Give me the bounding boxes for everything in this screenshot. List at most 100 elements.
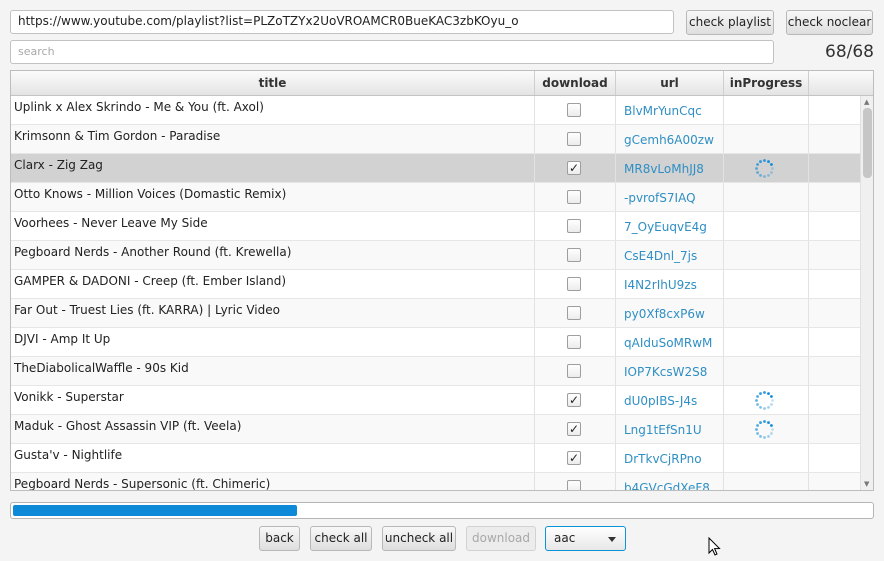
loading-spinner-icon — [755, 391, 774, 410]
check-playlist-button[interactable]: check playlist — [686, 10, 774, 35]
row-inprogress-cell — [724, 183, 809, 211]
row-title: Far Out - Truest Lies (ft. KARRA) | Lyri… — [11, 299, 535, 327]
table-header: title download url inProgress — [11, 71, 873, 96]
download-checkbox[interactable] — [567, 132, 581, 146]
column-header-inprogress[interactable]: inProgress — [724, 71, 809, 95]
row-download-cell — [535, 125, 616, 153]
check-noclear-button[interactable]: check noclear — [786, 10, 873, 35]
table-row[interactable]: GAMPER & DADONI - Creep (ft. Ember Islan… — [11, 270, 860, 299]
format-select-value: aac — [554, 531, 576, 545]
row-title: Maduk - Ghost Assassin VIP (ft. Veela) — [11, 415, 535, 443]
row-download-cell: ✓ — [535, 444, 616, 472]
row-title: Vonikk - Superstar — [11, 386, 535, 414]
row-download-cell — [535, 96, 616, 124]
row-title: Clarx - Zig Zag — [11, 154, 535, 182]
download-progress-bar — [10, 502, 874, 519]
row-url-link[interactable]: qAIduSoMRwM — [616, 328, 724, 356]
column-header-url[interactable]: url — [616, 71, 724, 95]
row-url-link[interactable]: DrTkvCjRPno — [616, 444, 724, 472]
scroll-up-icon[interactable]: ▲ — [864, 98, 869, 106]
column-header-title[interactable]: title — [11, 71, 535, 95]
row-url-link[interactable]: -pvrofS7IAQ — [616, 183, 724, 211]
row-url-link[interactable]: CsE4Dnl_7js — [616, 241, 724, 269]
row-url-link[interactable]: b4GVcGdXeF8 — [616, 473, 724, 490]
row-url-link[interactable]: MR8vLoMhJJ8 — [616, 154, 724, 182]
search-input[interactable]: search — [10, 40, 774, 64]
row-inprogress-cell — [724, 415, 809, 443]
table-row[interactable]: Far Out - Truest Lies (ft. KARRA) | Lyri… — [11, 299, 860, 328]
row-inprogress-cell — [724, 444, 809, 472]
row-title: Krimsonn & Tim Gordon - Paradise — [11, 125, 535, 153]
chevron-down-icon — [608, 537, 616, 542]
download-checkbox[interactable]: ✓ — [567, 161, 581, 175]
row-download-cell — [535, 299, 616, 327]
table-row[interactable]: Maduk - Ghost Assassin VIP (ft. Veela) ✓ L… — [11, 415, 860, 444]
row-inprogress-cell — [724, 473, 809, 490]
download-button[interactable]: download — [466, 526, 536, 551]
scrollbar-thumb[interactable] — [863, 108, 872, 178]
column-header-download[interactable]: download — [535, 71, 616, 95]
table-row[interactable]: Uplink x Alex Skrindo - Me & You (ft. Ax… — [11, 96, 860, 125]
row-title: Otto Knows - Million Voices (Domastic Re… — [11, 183, 535, 211]
table-row[interactable]: Voorhees - Never Leave My Side 7_OyEuqvE4… — [11, 212, 860, 241]
loading-spinner-icon — [755, 159, 774, 178]
row-inprogress-cell — [724, 357, 809, 385]
row-title: Uplink x Alex Skrindo - Me & You (ft. Ax… — [11, 96, 535, 124]
table-row[interactable]: Otto Knows - Million Voices (Domastic Re… — [11, 183, 860, 212]
table-row[interactable]: Clarx - Zig Zag ✓ MR8vLoMhJJ8 — [11, 154, 860, 183]
table-row[interactable]: Krimsonn & Tim Gordon - Paradise gCemh6A0… — [11, 125, 860, 154]
scroll-down-icon[interactable]: ▼ — [864, 480, 869, 488]
row-title: Pegboard Nerds - Supersonic (ft. Chimeri… — [11, 473, 535, 490]
download-checkbox[interactable] — [567, 335, 581, 349]
download-checkbox[interactable]: ✓ — [567, 393, 581, 407]
back-button[interactable]: back — [259, 526, 300, 551]
row-url-link[interactable]: py0Xf8cxP6w — [616, 299, 724, 327]
row-title: TheDiabolicalWaffle - 90s Kid — [11, 357, 535, 385]
row-title: Voorhees - Never Leave My Side — [11, 212, 535, 240]
table-row[interactable]: Vonikk - Superstar ✓ dU0pIBS-J4s — [11, 386, 860, 415]
table-row[interactable]: DJVI - Amp It Up qAIduSoMRwM — [11, 328, 860, 357]
download-checkbox[interactable] — [567, 248, 581, 262]
mouse-cursor-icon — [708, 537, 721, 556]
download-checkbox[interactable] — [567, 103, 581, 117]
download-checkbox[interactable] — [567, 364, 581, 378]
row-url-link[interactable]: gCemh6A00zw — [616, 125, 724, 153]
row-download-cell — [535, 241, 616, 269]
row-inprogress-cell — [724, 328, 809, 356]
download-checkbox[interactable] — [567, 190, 581, 204]
table-body: Uplink x Alex Skrindo - Me & You (ft. Ax… — [11, 96, 860, 490]
download-checkbox[interactable] — [567, 277, 581, 291]
row-inprogress-cell — [724, 96, 809, 124]
download-checkbox[interactable]: ✓ — [567, 451, 581, 465]
row-url-link[interactable]: Lng1tEfSn1U — [616, 415, 724, 443]
loading-spinner-icon — [755, 420, 774, 439]
item-counter: 68/68 — [825, 42, 874, 62]
url-input[interactable]: https://www.youtube.com/playlist?list=PL… — [10, 10, 674, 34]
uncheck-all-button[interactable]: uncheck all — [382, 526, 456, 551]
vertical-scrollbar[interactable]: ▲ ▼ — [860, 96, 873, 490]
row-url-link[interactable]: IOP7KcsW2S8 — [616, 357, 724, 385]
row-inprogress-cell — [724, 154, 809, 182]
format-select[interactable]: aac — [545, 526, 626, 551]
playlist-table: title download url inProgress Uplink x A… — [10, 70, 874, 491]
row-download-cell: ✓ — [535, 154, 616, 182]
row-url-link[interactable]: BlvMrYunCqc — [616, 96, 724, 124]
table-row[interactable]: Gusta'v - Nightlife ✓ DrTkvCjRPno — [11, 444, 860, 473]
check-all-button[interactable]: check all — [310, 526, 372, 551]
download-checkbox[interactable] — [567, 306, 581, 320]
row-url-link[interactable]: 7_OyEuqvE4g — [616, 212, 724, 240]
table-row[interactable]: Pegboard Nerds - Another Round (ft. Krew… — [11, 241, 860, 270]
row-url-link[interactable]: dU0pIBS-J4s — [616, 386, 724, 414]
download-checkbox[interactable] — [567, 480, 581, 490]
row-inprogress-cell — [724, 125, 809, 153]
row-url-link[interactable]: I4N2rIhU9zs — [616, 270, 724, 298]
row-download-cell: ✓ — [535, 386, 616, 414]
row-inprogress-cell — [724, 299, 809, 327]
row-inprogress-cell — [724, 241, 809, 269]
table-row[interactable]: Pegboard Nerds - Supersonic (ft. Chimeri… — [11, 473, 860, 490]
download-checkbox[interactable]: ✓ — [567, 422, 581, 436]
download-checkbox[interactable] — [567, 219, 581, 233]
row-download-cell — [535, 328, 616, 356]
row-title: DJVI - Amp It Up — [11, 328, 535, 356]
table-row[interactable]: TheDiabolicalWaffle - 90s Kid IOP7KcsW2S8 — [11, 357, 860, 386]
